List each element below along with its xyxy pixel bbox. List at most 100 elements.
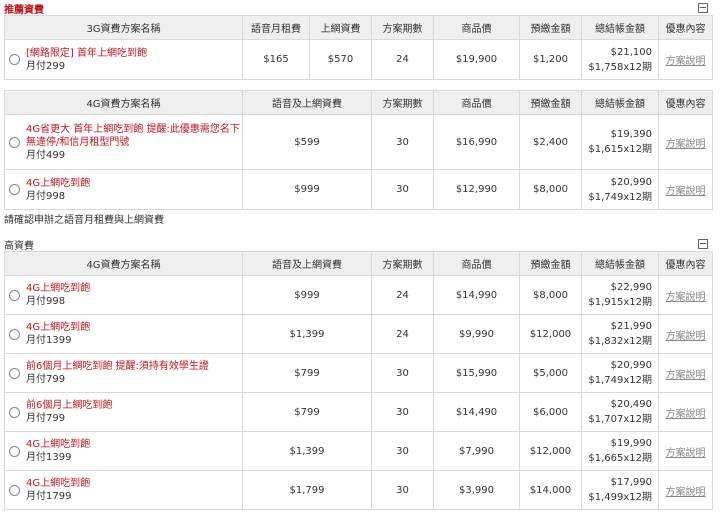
plan-details-link[interactable]: 方案說明: [666, 139, 706, 150]
installment-amount: $1,707x12期: [588, 414, 652, 425]
voice-data-fee-value: $799: [242, 353, 372, 393]
notice-text: 請確認申辦之語音月租費與上網資費: [4, 215, 164, 226]
table-row: 4G上網吃到飽 月付998 $999 30 $12,990 $8,000 $20…: [4, 169, 713, 210]
col-plan-name: 3G資費方案名稱: [4, 15, 243, 40]
offer-cell: 方案說明: [658, 470, 713, 510]
plan-cell: 4G上網吃到飽 月付998: [4, 275, 243, 315]
plan-table-4g: 4G資費方案名稱 語音及上網資費 方案期數 商品價 預繳金額 總結帳金額 優惠內…: [4, 90, 713, 210]
plan-details-link[interactable]: 方案說明: [666, 409, 706, 420]
total-amount: $21,990: [610, 321, 652, 332]
price-value: $12,990: [433, 169, 520, 210]
prepay-value: $6,000: [519, 392, 582, 432]
collapse-icon[interactable]: [698, 239, 708, 249]
plan-radio[interactable]: [9, 445, 20, 457]
total-cell: $20,990 $1,749x12期: [581, 353, 659, 393]
col-voice-data-fee: 語音及上網資費: [242, 90, 372, 115]
prepay-value: $12,000: [519, 314, 582, 354]
plan-name: 4G上網吃到飽: [26, 322, 91, 333]
table-row: 前6個月上網吃到飽 月付799 $799 30 $14,490 $6,000 $…: [4, 392, 713, 432]
price-value: $7,990: [433, 431, 520, 471]
plan-radio[interactable]: [9, 184, 20, 195]
prepay-value: $1,200: [519, 39, 582, 80]
total-cell: $17,990 $1,499x12期: [581, 470, 659, 510]
total-amount: $20,990: [610, 360, 652, 371]
collapse-icon[interactable]: [698, 3, 708, 13]
total-cell: $22,990 $1,915x12期: [581, 275, 659, 315]
total-cell: $19,390 $1,615x12期: [581, 114, 659, 170]
term-value: 30: [371, 114, 434, 170]
col-price: 商品價: [433, 251, 520, 276]
plan-radio[interactable]: [9, 484, 20, 496]
price-value: $9,990: [433, 314, 520, 354]
plan-details-link[interactable]: 方案說明: [666, 370, 706, 381]
installment-amount: $1,749x12期: [588, 191, 652, 203]
plan-radio[interactable]: [9, 406, 20, 418]
plan-details-link[interactable]: 方案說明: [666, 448, 706, 459]
total-amount: $20,990: [610, 176, 652, 188]
plan-name: 4G上網吃到飽: [26, 177, 91, 189]
plan-radio[interactable]: [9, 367, 20, 379]
col-offer: 優惠內容: [658, 251, 713, 276]
prepay-value: $12,000: [519, 431, 582, 471]
plan-monthly-fee: 月付998: [26, 190, 66, 202]
voice-data-fee-value: $1,399: [242, 314, 372, 354]
col-voice-fee: 語音月租費: [242, 15, 310, 40]
plan-cell: 4G省更大 首年上網吃到飽 提醒:此優惠需您名下無違停/和信月租型門號 月付49…: [4, 114, 243, 170]
plan-details-link[interactable]: 方案說明: [666, 292, 706, 303]
prepay-value: $2,400: [519, 114, 582, 170]
plan-cell: 4G上網吃到飽 月付998: [4, 169, 243, 210]
plan-details-link[interactable]: 方案說明: [666, 186, 706, 197]
term-value: 30: [371, 431, 434, 471]
total-cell: $21,100 $1,758x12期: [581, 39, 659, 80]
plan-radio[interactable]: [9, 289, 20, 301]
offer-cell: 方案說明: [658, 392, 713, 432]
recommended-section-header: 推薦資費: [0, 0, 720, 16]
col-prepay: 預繳金額: [519, 15, 582, 40]
total-cell: $20,490 $1,707x12期: [581, 392, 659, 432]
installment-amount: $1,915x12期: [588, 297, 652, 308]
col-total: 總結帳金額: [581, 15, 659, 40]
total-cell: $19,990 $1,665x12期: [581, 431, 659, 471]
col-plan-name: 4G資費方案名稱: [4, 90, 243, 115]
col-offer: 優惠內容: [658, 15, 713, 40]
term-value: 30: [371, 392, 434, 432]
installment-amount: $1,665x12期: [588, 453, 652, 464]
installment-amount: $1,615x12期: [588, 144, 652, 155]
col-total: 總結帳金額: [581, 90, 659, 115]
col-term: 方案期數: [371, 90, 434, 115]
offer-cell: 方案說明: [658, 114, 713, 170]
col-term: 方案期數: [371, 251, 434, 276]
prepay-value: $14,000: [519, 470, 582, 510]
installment-amount: $1,499x12期: [588, 492, 652, 503]
table-row: 4G上網吃到飽 月付1799 $1,799 30 $3,990 $14,000 …: [4, 470, 713, 510]
total-amount: $17,990: [610, 477, 652, 488]
plan-radio[interactable]: [9, 328, 20, 340]
plan-details-link[interactable]: 方案說明: [666, 331, 706, 342]
plan-cell: 4G上網吃到飽 月付1399: [4, 431, 243, 471]
total-amount: $19,990: [610, 438, 652, 449]
col-voice-data-fee: 語音及上網資費: [242, 251, 372, 276]
col-plan-name: 4G資費方案名稱: [4, 251, 243, 276]
total-amount: $19,390: [610, 129, 652, 140]
plan-radio[interactable]: [9, 136, 20, 148]
plan-name: 4G上網吃到飽: [26, 478, 91, 489]
total-amount: $20,490: [610, 399, 652, 410]
col-prepay: 預繳金額: [519, 90, 582, 115]
offer-cell: 方案說明: [658, 275, 713, 315]
plan-radio[interactable]: [9, 54, 20, 65]
price-value: $16,990: [433, 114, 520, 170]
data-fee-value: $570: [309, 39, 372, 80]
term-value: 30: [371, 470, 434, 510]
price-value: $3,990: [433, 470, 520, 510]
plan-monthly-fee: 月付1399: [26, 335, 72, 346]
plan-details-link[interactable]: 方案說明: [666, 56, 706, 67]
voice-data-fee-value: $599: [242, 114, 372, 170]
col-prepay: 預繳金額: [519, 251, 582, 276]
plan-details-link[interactable]: 方案說明: [666, 487, 706, 498]
plan-monthly-fee: 月付799: [26, 374, 66, 385]
plan-monthly-fee: 月付499: [26, 149, 66, 161]
voice-data-fee-value: $999: [242, 275, 372, 315]
plan-monthly-fee: 月付998: [26, 296, 66, 307]
offer-cell: 方案說明: [658, 169, 713, 210]
total-cell: $21,990 $1,832x12期: [581, 314, 659, 354]
